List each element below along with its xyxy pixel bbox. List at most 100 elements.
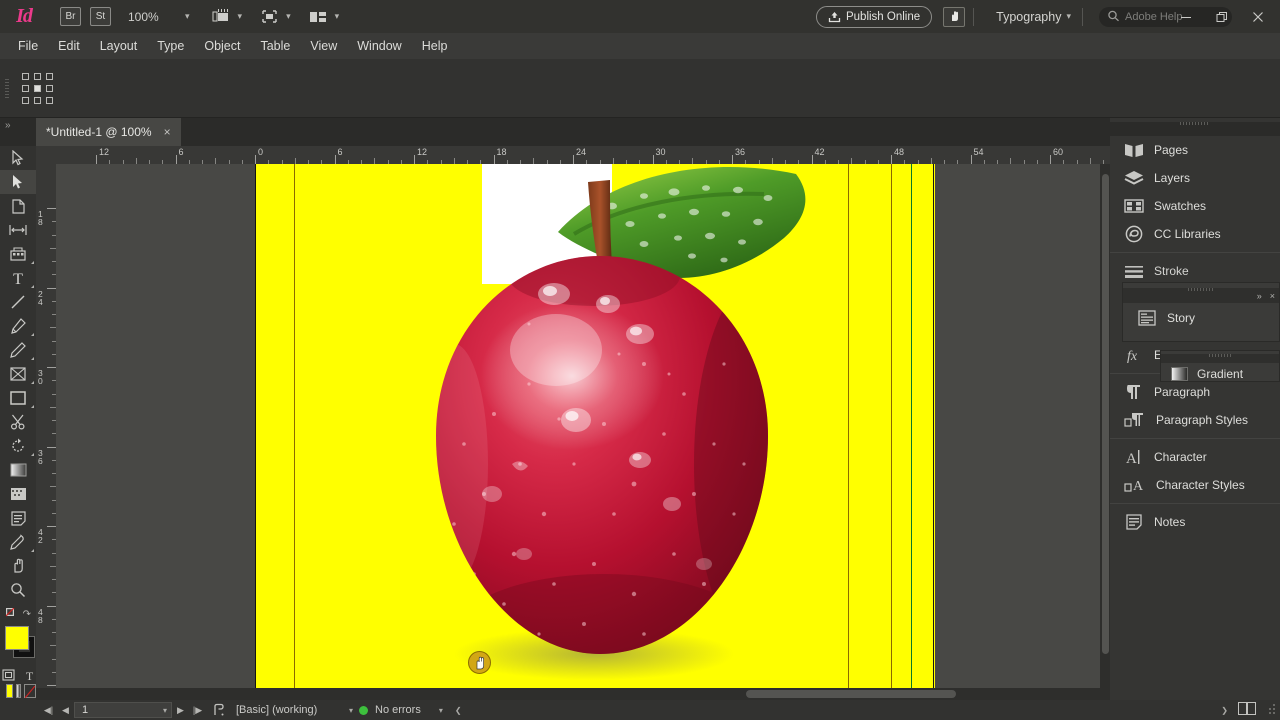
apply-gradient-swatch[interactable] xyxy=(15,684,21,698)
panel-item-swatches[interactable]: Swatches xyxy=(1110,192,1280,220)
page-view-icon[interactable] xyxy=(1238,702,1256,718)
hand-tool[interactable] xyxy=(0,554,36,578)
panel-item-layers[interactable]: Layers xyxy=(1110,164,1280,192)
arrange-chevron-down-icon[interactable]: ▾ xyxy=(330,11,345,22)
horizontal-ruler[interactable]: 12 6 0 6 12 18 24 30 36 42 48 54 60 xyxy=(56,146,1111,164)
page-number-chevron-down-icon[interactable]: ▾ xyxy=(163,706,167,715)
floating-story-close-icon[interactable]: × xyxy=(1270,291,1275,301)
type-tool[interactable]: T xyxy=(0,266,36,290)
menu-edit[interactable]: Edit xyxy=(48,33,90,59)
error-status-chevron-down-icon[interactable]: ▾ xyxy=(439,706,443,715)
floating-panel-item-gradient[interactable]: Gradient xyxy=(1161,363,1279,385)
free-transform-tool[interactable] xyxy=(0,434,36,458)
menu-help[interactable]: Help xyxy=(412,33,458,59)
page-tool[interactable] xyxy=(0,194,36,218)
restore-button[interactable] xyxy=(1204,0,1240,33)
panel-item-pages[interactable]: Pages xyxy=(1110,136,1280,164)
floating-gradient-panel-titlebar[interactable] xyxy=(1161,354,1279,363)
document-tab-close-icon[interactable]: × xyxy=(164,125,171,139)
horizontal-scrollbar[interactable] xyxy=(36,688,1100,700)
panel-item-cc-libraries[interactable]: CC Libraries xyxy=(1110,220,1280,248)
menu-file[interactable]: File xyxy=(8,33,48,59)
apply-none-swatch[interactable] xyxy=(24,684,36,699)
reference-point-proxy[interactable] xyxy=(22,73,54,105)
content-collector-tool[interactable] xyxy=(0,242,36,266)
screen-mode-icon[interactable] xyxy=(209,8,233,26)
apply-color-icons[interactable] xyxy=(5,607,19,621)
floating-gradient-panel-grip[interactable] xyxy=(1209,354,1231,357)
dock-header[interactable] xyxy=(1110,122,1280,136)
status-expand-icon[interactable]: ❮ xyxy=(455,706,462,715)
panel-item-character-styles[interactable]: A Character Styles xyxy=(1110,471,1280,499)
floating-story-expand-icon[interactable]: » xyxy=(1257,291,1262,301)
gradient-feather-tool[interactable] xyxy=(0,482,36,506)
menu-object[interactable]: Object xyxy=(194,33,250,59)
apply-color-swatch[interactable] xyxy=(6,684,13,698)
direct-selection-tool[interactable] xyxy=(0,170,36,194)
ruler-origin[interactable] xyxy=(36,146,56,164)
zoom-chevron-down-icon[interactable]: ▾ xyxy=(180,11,195,22)
workspace-name[interactable]: Typography xyxy=(996,10,1061,24)
arrange-documents-icon[interactable] xyxy=(306,8,330,26)
menu-window[interactable]: Window xyxy=(347,33,411,59)
pencil-tool[interactable] xyxy=(0,338,36,362)
close-button[interactable] xyxy=(1240,0,1276,33)
menu-table[interactable]: Table xyxy=(250,33,300,59)
preflight-icon[interactable] xyxy=(212,703,226,717)
last-page-button[interactable]: |▶ xyxy=(189,700,206,720)
view-options-icon[interactable] xyxy=(257,8,281,26)
floating-gradient-panel[interactable]: Gradient xyxy=(1160,350,1280,382)
preflight-profile-group[interactable]: [Basic] (working) ▾ xyxy=(236,704,353,716)
dock-grip[interactable] xyxy=(1180,122,1210,125)
gradient-swatch-tool[interactable] xyxy=(0,458,36,482)
workspace-chevron-down-icon[interactable]: ▾ xyxy=(1061,11,1076,22)
menu-type[interactable]: Type xyxy=(147,33,194,59)
view-options-chevron-down-icon[interactable]: ▾ xyxy=(281,11,296,22)
floating-story-panel[interactable]: » × Story xyxy=(1122,282,1280,342)
minimize-button[interactable] xyxy=(1168,0,1204,33)
page-number-field[interactable]: 1 ▾ xyxy=(74,702,172,718)
horizontal-scroll-thumb[interactable] xyxy=(746,690,956,698)
resize-grip-icon[interactable] xyxy=(1266,703,1276,718)
prev-page-button[interactable]: ◀ xyxy=(57,700,74,720)
vertical-scrollbar[interactable] xyxy=(1100,164,1110,700)
stock-button[interactable]: St xyxy=(90,7,111,26)
bridge-button[interactable]: Br xyxy=(60,7,81,26)
scroll-right-icon[interactable]: ❯ xyxy=(1221,706,1228,715)
floating-story-panel-grip[interactable] xyxy=(1188,288,1214,291)
toolbar-fill-swatch[interactable] xyxy=(5,626,29,650)
control-panel-grip[interactable] xyxy=(5,79,9,99)
panel-item-stroke[interactable]: Stroke xyxy=(1110,257,1280,285)
floating-panel-item-story[interactable]: Story xyxy=(1123,303,1279,333)
floating-story-panel-titlebar[interactable]: » × xyxy=(1123,288,1279,303)
next-page-button[interactable]: ▶ xyxy=(172,700,189,720)
menu-view[interactable]: View xyxy=(300,33,347,59)
rectangle-tool[interactable] xyxy=(0,386,36,410)
eyedropper-tool[interactable] xyxy=(0,530,36,554)
menu-layout[interactable]: Layout xyxy=(90,33,148,59)
vertical-scroll-thumb[interactable] xyxy=(1102,174,1109,654)
hand-tool-quick-button[interactable] xyxy=(943,6,966,27)
selection-tool[interactable] xyxy=(0,146,36,170)
scissors-tool[interactable] xyxy=(0,410,36,434)
panel-item-paragraph-styles[interactable]: Paragraph Styles xyxy=(1110,406,1280,434)
document-canvas[interactable] xyxy=(56,164,1102,700)
screen-mode-chevron-down-icon[interactable]: ▾ xyxy=(233,11,248,22)
first-page-button[interactable]: ◀| xyxy=(40,700,57,720)
gap-tool[interactable] xyxy=(0,218,36,242)
swap-fill-stroke-icon[interactable]: ↷ xyxy=(23,609,31,620)
pen-tool[interactable] xyxy=(0,314,36,338)
vertical-ruler[interactable]: 18243036424854 xyxy=(36,164,56,700)
panel-item-notes[interactable]: Notes xyxy=(1110,508,1280,536)
note-tool[interactable] xyxy=(0,506,36,530)
zoom-tool[interactable] xyxy=(0,578,36,602)
line-tool[interactable] xyxy=(0,290,36,314)
preflight-chevron-down-icon[interactable]: ▾ xyxy=(349,706,353,715)
rectangle-frame-tool[interactable] xyxy=(0,362,36,386)
zoom-level-value[interactable]: 100% xyxy=(128,10,180,24)
collapse-tools-icon[interactable]: » xyxy=(5,120,11,131)
document-tab[interactable]: *Untitled-1 @ 100% × xyxy=(36,118,181,146)
publish-online-button[interactable]: Publish Online xyxy=(815,5,933,28)
apple-image[interactable] xyxy=(344,164,864,684)
panel-item-character[interactable]: A Character xyxy=(1110,443,1280,471)
